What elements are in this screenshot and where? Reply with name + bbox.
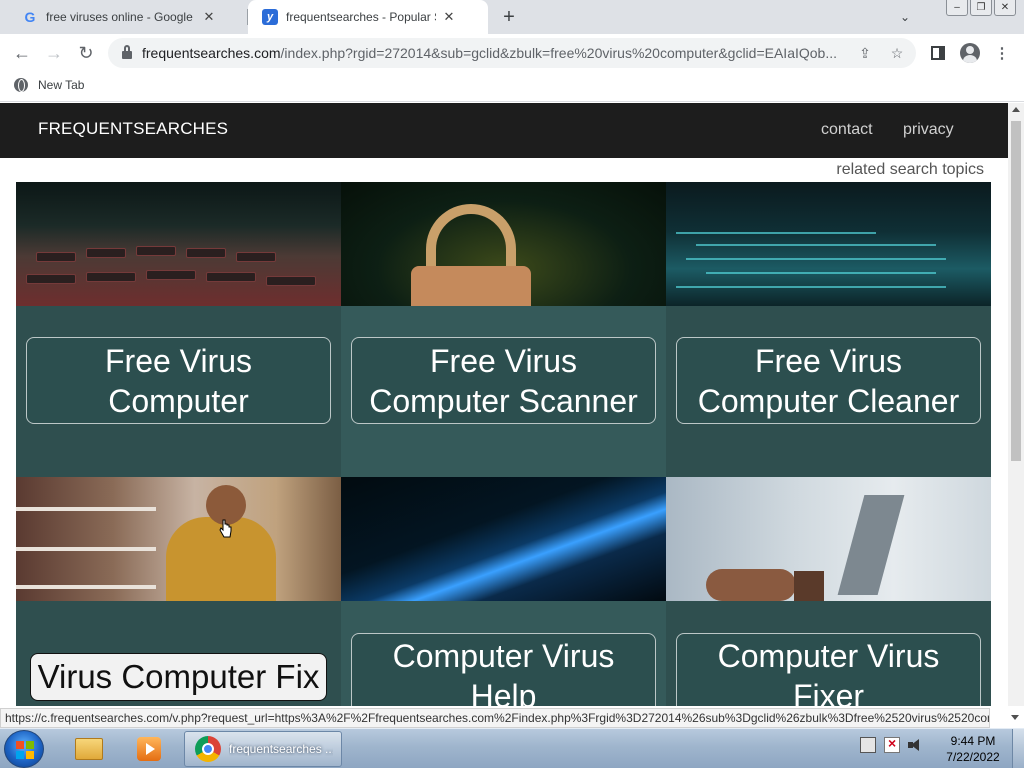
scroll-up-icon[interactable] — [1012, 107, 1020, 112]
start-button[interactable] — [4, 730, 44, 768]
topic-button[interactable]: Computer Virus Help — [351, 633, 656, 706]
nav-contact[interactable]: contact — [821, 121, 873, 139]
topic-card: Computer Virus Help — [341, 477, 666, 706]
system-tray — [860, 735, 924, 753]
topic-button[interactable]: Virus Computer Fix — [30, 653, 327, 701]
url-host: frequentsearches.com — [142, 45, 281, 61]
browser-toolbar: ← → ↻ frequentsearches.com/index.php?rgi… — [0, 34, 1024, 72]
url-path: /index.php?rgid=272014&sub=gclid&zbulk=f… — [280, 45, 837, 61]
file-explorer-icon[interactable] — [64, 732, 114, 766]
lock-icon — [120, 45, 134, 59]
close-window-icon[interactable]: ✕ — [994, 0, 1016, 16]
star-icon[interactable]: ☆ — [888, 44, 906, 62]
topic-card: Free Virus Computer Scanner — [341, 182, 666, 477]
link-preview-status: https://c.frequentsearches.com/v.php?req… — [0, 708, 990, 728]
new-tab-icon[interactable]: + — [498, 6, 520, 28]
forward-arrow-icon[interactable]: → — [42, 41, 66, 65]
media-player-icon[interactable] — [124, 732, 174, 766]
padlock-image — [341, 182, 666, 306]
action-center-icon[interactable] — [884, 735, 900, 753]
windows-taskbar: frequentsearches ... 9:44 PM 7/22/2022 — [0, 728, 1024, 768]
tab-frequentsearches[interactable]: y frequentsearches - Popular Searc ✕ — [248, 0, 488, 34]
scroll-down-icon[interactable] — [1011, 715, 1019, 720]
close-icon[interactable]: ✕ — [200, 8, 218, 26]
tab-strip: G free viruses online - Google Sear ✕ y … — [0, 0, 1024, 34]
topic-card: Computer Virus Fixer — [666, 477, 991, 706]
related-topics-heading: related search topics — [836, 161, 984, 178]
back-arrow-icon[interactable]: ← — [10, 41, 34, 65]
site-brand[interactable]: FREQUENTSEARCHES — [38, 119, 228, 139]
google-icon: G — [24, 9, 36, 25]
chrome-icon — [195, 736, 221, 762]
address-bar[interactable]: frequentsearches.com/index.php?rgid=2720… — [108, 38, 916, 68]
nav-privacy[interactable]: privacy — [903, 121, 954, 139]
laptop-image — [666, 477, 991, 601]
bookmark-label: New Tab — [38, 78, 85, 92]
hand-cursor-icon — [219, 519, 232, 538]
bookmarks-bar: New Tab — [0, 72, 1024, 102]
scroll-thumb[interactable] — [1011, 121, 1021, 461]
topic-button[interactable]: Free Virus Computer Scanner — [351, 337, 656, 424]
clock-time: 9:44 PM — [950, 734, 996, 748]
keyboard-image — [16, 182, 341, 306]
side-panel-icon[interactable] — [926, 41, 950, 65]
network-icon[interactable] — [860, 737, 876, 753]
taskbar-window-label: frequentsearches ... — [229, 742, 333, 756]
vertical-scrollbar[interactable] — [1008, 103, 1024, 706]
clock-date: 7/22/2022 — [946, 750, 1000, 764]
topic-card: Free Virus Computer — [16, 182, 341, 477]
show-desktop-button[interactable] — [1012, 729, 1024, 768]
topic-button[interactable]: Free Virus Computer — [26, 337, 331, 424]
site-icon: y — [262, 9, 278, 25]
system-clock[interactable]: 9:44 PM 7/22/2022 — [944, 733, 1002, 765]
site-header: FREQUENTSEARCHES contact privacy — [0, 103, 1008, 158]
topic-button[interactable]: Computer Virus Fixer — [676, 633, 981, 706]
restore-icon[interactable]: ❐ — [970, 0, 992, 16]
light-streak-image — [341, 477, 666, 601]
circuit-image — [666, 182, 991, 306]
menu-kebab-icon[interactable]: ⋮ — [990, 41, 1014, 65]
share-icon[interactable]: ⇪ — [856, 44, 874, 62]
page-viewport: FREQUENTSEARCHES contact privacy related… — [0, 103, 1008, 706]
tab-google-search[interactable]: G free viruses online - Google Sear ✕ — [8, 0, 248, 34]
window-controls: – ❐ ✕ — [946, 0, 1016, 16]
taskbar-chrome-window[interactable]: frequentsearches ... — [184, 731, 342, 767]
close-icon[interactable]: ✕ — [440, 8, 458, 26]
chevron-down-icon[interactable]: ⌄ — [896, 8, 914, 26]
reload-icon[interactable]: ↻ — [74, 41, 98, 65]
shopper-image — [16, 477, 341, 601]
volume-icon[interactable] — [908, 737, 924, 753]
bookmark-new-tab[interactable]: New Tab — [14, 78, 84, 92]
windows-logo-icon — [16, 741, 34, 759]
profile-avatar-icon[interactable] — [958, 41, 982, 65]
minimize-icon[interactable]: – — [946, 0, 968, 16]
topic-button[interactable]: Free Virus Computer Cleaner — [676, 337, 981, 424]
url-text[interactable]: frequentsearches.com/index.php?rgid=2720… — [142, 45, 852, 61]
globe-icon — [14, 78, 28, 92]
tab-title: free viruses online - Google Sear — [46, 10, 196, 24]
tab-title: frequentsearches - Popular Searc — [286, 10, 436, 24]
topic-card: Virus Computer Fix — [16, 477, 341, 706]
topic-card: Free Virus Computer Cleaner — [666, 182, 991, 477]
